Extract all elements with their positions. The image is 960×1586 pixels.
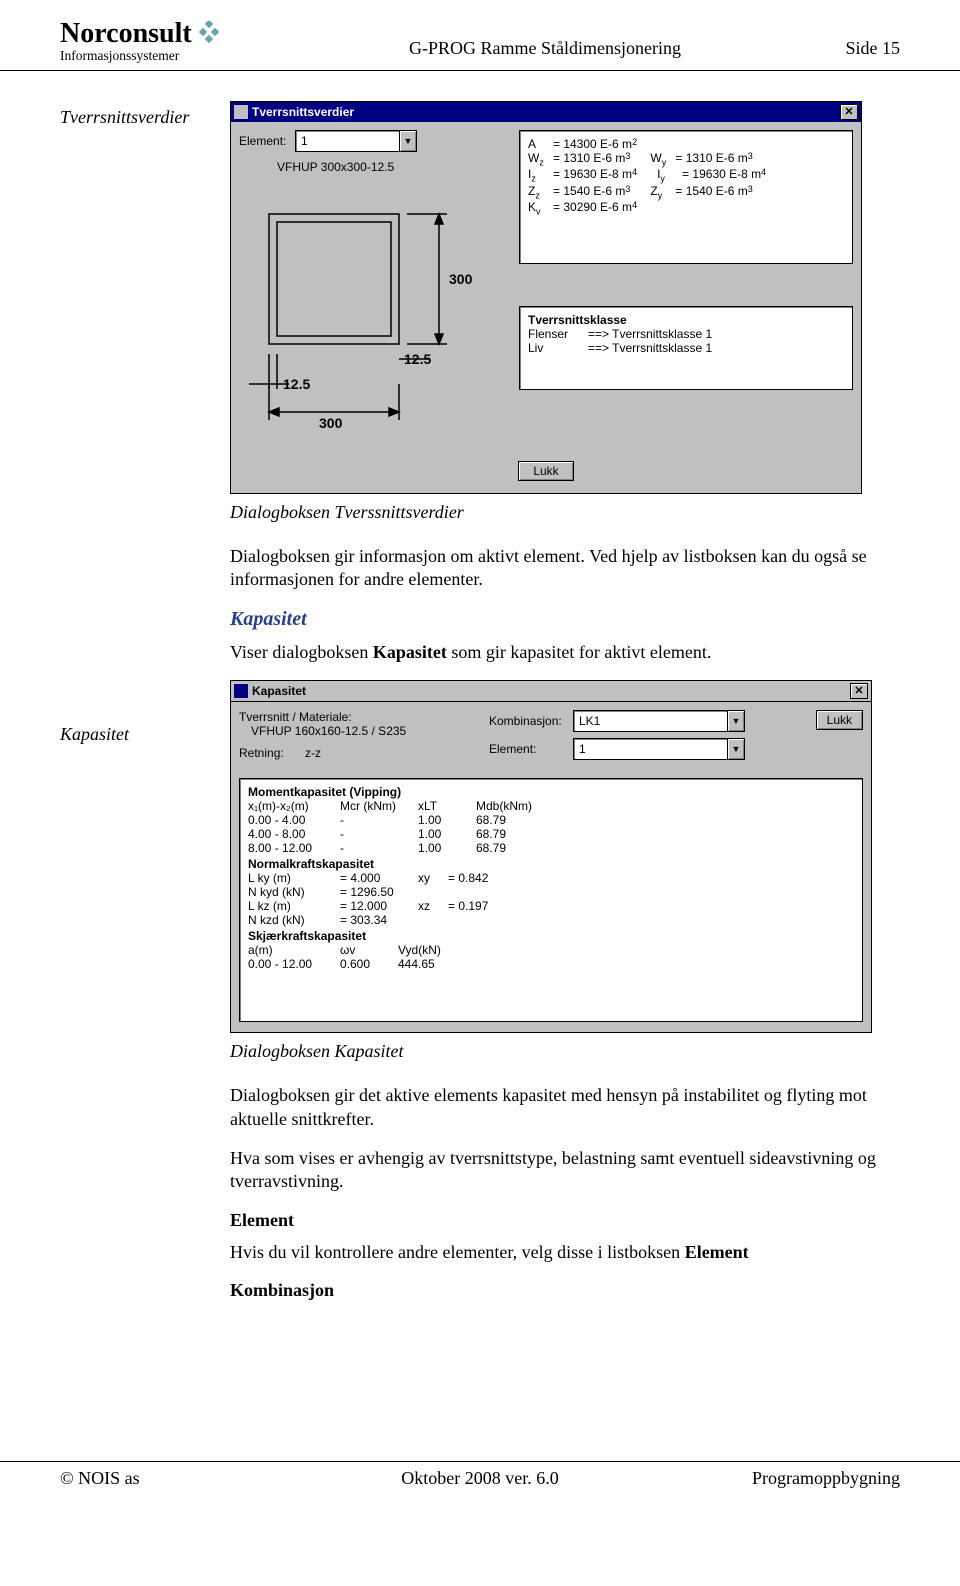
- dialog-title: Kapasitet: [252, 684, 306, 698]
- footer-version: Oktober 2008 ver. 6.0: [340, 1468, 620, 1489]
- element-label: Element:: [239, 134, 295, 148]
- para-element: Hvis du vil kontrollere andre elementer,…: [230, 1241, 900, 1264]
- cross-section-drawing: 300 12.5 12.5 300: [239, 184, 519, 447]
- para-kap-desc: Viser dialogboksen Kapasitet som gir kap…: [230, 641, 900, 664]
- elem-label: Element:: [489, 742, 573, 756]
- svg-text:12.5: 12.5: [404, 351, 431, 367]
- page-footer: © NOIS as Oktober 2008 ver. 6.0 Programo…: [0, 1461, 960, 1503]
- logo-subtitle: Informasjonssystemer: [60, 48, 300, 64]
- element-dropdown[interactable]: 1 ▼: [573, 738, 745, 760]
- tv-mat-label: Tverrsnitt / Materiale:: [239, 710, 489, 724]
- margin-label-tverrsnitt: Tverrsnittsverdier: [60, 107, 230, 128]
- window-icon: [234, 684, 248, 698]
- heading-kombinasjon: Kombinasjon: [230, 1280, 900, 1301]
- chevron-down-icon[interactable]: ▼: [727, 739, 744, 759]
- footer-section: Programoppbygning: [620, 1468, 900, 1489]
- retning-value: z-z: [305, 746, 321, 760]
- para-kap-1: Dialogboksen gir det aktive elements kap…: [230, 1084, 900, 1131]
- section-class-panel: Tverrsnittsklasse Flenser==> Tverrsnitts…: [519, 306, 853, 390]
- header-title: G-PROG Ramme Ståldimensjonering: [300, 18, 790, 59]
- close-button[interactable]: Lukk: [518, 461, 573, 481]
- footer-copyright: © NOIS as: [60, 1468, 340, 1489]
- dialog-title: Tverrsnittsverdier: [252, 105, 354, 119]
- close-icon[interactable]: ✕: [840, 104, 858, 120]
- dialog-tverrsnittsverdier: Tverrsnittsverdier ✕ Element: 1 ▼ VF: [230, 101, 862, 494]
- heading-element: Element: [230, 1210, 900, 1231]
- caption-tverrsnitt: Dialogboksen Tverssnittsverdier: [230, 502, 900, 523]
- chevron-down-icon[interactable]: ▼: [727, 711, 744, 731]
- logo-text: Norconsult: [60, 18, 192, 50]
- margin-label-kapasitet: Kapasitet: [60, 724, 230, 745]
- header-page-num: Side 15: [790, 18, 900, 59]
- svg-text:300: 300: [449, 271, 473, 287]
- section-props-panel: A= 14300 E-6 m2 Wz= 1310 E-6 m3 Wy= 1310…: [519, 130, 853, 264]
- results-panel: Momentkapasitet (Vipping) x₁(m)-x₂(m) Mc…: [239, 778, 863, 1022]
- logo: Norconsult Informasjonssystemer: [60, 18, 300, 64]
- svg-text:300: 300: [319, 415, 343, 431]
- komb-label: Kombinasjon:: [489, 714, 573, 728]
- dialog-kapasitet: Kapasitet ✕ Tverrsnitt / Materiale: VFHU…: [230, 680, 872, 1033]
- para-tv-1: Dialogboksen gir informasjon om aktivt e…: [230, 545, 900, 592]
- svg-text:12.5: 12.5: [283, 376, 310, 392]
- chevron-down-icon[interactable]: ▼: [399, 131, 416, 151]
- kombinasjon-dropdown[interactable]: LK1 ▼: [573, 710, 745, 732]
- retning-label: Retning:: [239, 746, 284, 760]
- para-kap-2: Hva som vises er avhengig av tverrsnitts…: [230, 1147, 900, 1194]
- heading-kapasitet: Kapasitet: [230, 608, 900, 631]
- tv-mat-value: VFHUP 160x160-12.5 / S235: [239, 724, 489, 738]
- element-dropdown[interactable]: 1 ▼: [295, 130, 417, 152]
- page-header: Norconsult Informasjonssystemer G-PROG R…: [0, 0, 960, 71]
- logo-diamonds-icon: [198, 21, 220, 48]
- profile-name: VFHUP 300x300-12.5: [277, 160, 519, 174]
- close-icon[interactable]: ✕: [850, 683, 868, 699]
- caption-kapasitet: Dialogboksen Kapasitet: [230, 1041, 900, 1062]
- window-icon: [234, 105, 248, 119]
- close-button[interactable]: Lukk: [816, 710, 863, 730]
